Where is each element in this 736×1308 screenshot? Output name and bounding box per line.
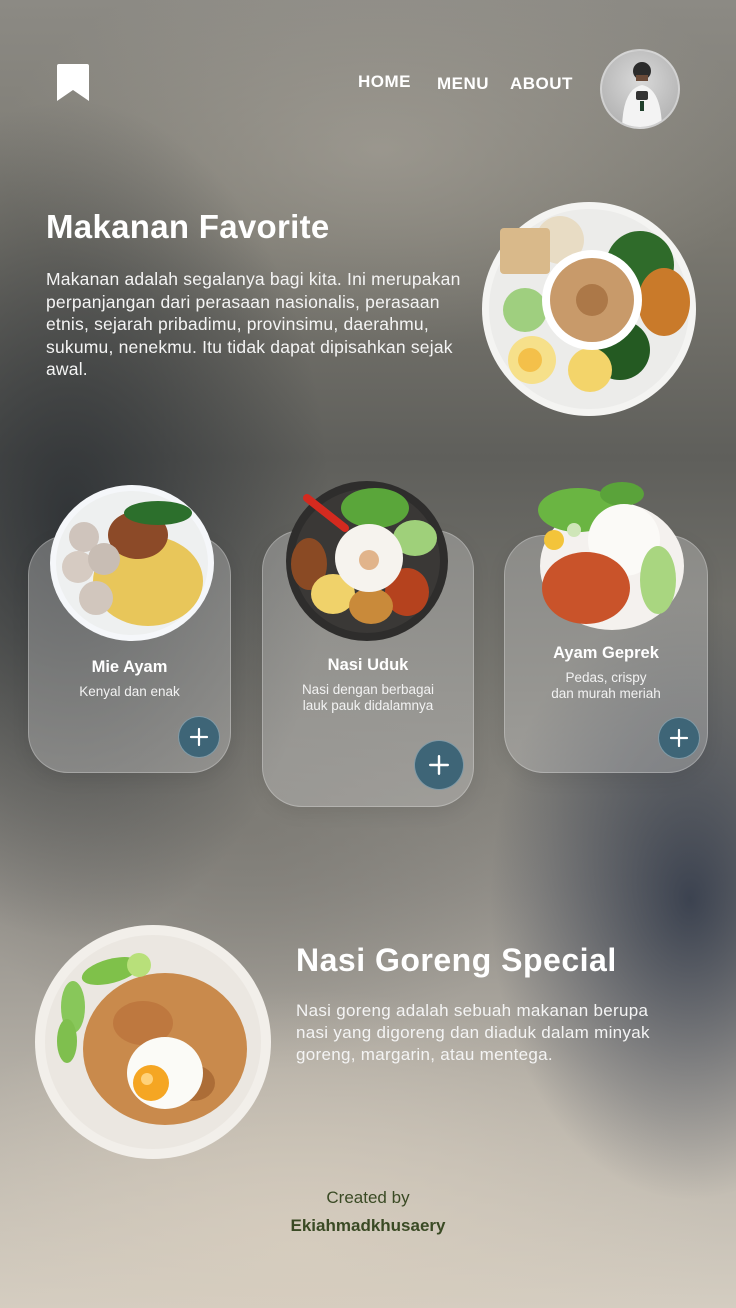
plus-icon bbox=[428, 754, 450, 776]
plus-icon bbox=[669, 728, 689, 748]
card-title: Mie Ayam bbox=[91, 658, 168, 676]
card-title: Ayam Geprek bbox=[553, 644, 659, 662]
plus-icon bbox=[189, 727, 209, 747]
credit-author: Ekiahmadkhusaery bbox=[290, 1216, 446, 1235]
nasi-uduk-dish-image bbox=[286, 481, 448, 641]
add-to-cart-button[interactable] bbox=[178, 716, 220, 758]
bookmark-logo-icon[interactable] bbox=[56, 62, 90, 102]
special-title: Nasi Goreng Special bbox=[296, 942, 617, 978]
hero-description: Makanan adalah segalanya bagi kita. Ini … bbox=[46, 269, 461, 379]
credit-label: Created by bbox=[326, 1188, 410, 1207]
add-to-cart-button[interactable] bbox=[658, 717, 700, 759]
person-icon bbox=[622, 62, 662, 127]
nav-about-link[interactable]: ABOUT bbox=[510, 74, 573, 94]
card-subtitle: Pedas, crispy dan murah meriah bbox=[551, 670, 661, 701]
nav-home-link[interactable]: HOME bbox=[358, 72, 411, 92]
card-subtitle: Nasi dengan berbagai lauk pauk didalamny… bbox=[301, 682, 435, 713]
gado-gado-dish-image bbox=[482, 202, 696, 416]
mie-ayam-dish-image bbox=[50, 485, 214, 641]
card-title: Nasi Uduk bbox=[327, 656, 409, 674]
special-description: Nasi goreng adalah sebuah makanan berupa… bbox=[296, 1001, 650, 1064]
card-subtitle: Kenyal dan enak bbox=[79, 684, 180, 699]
nasi-goreng-dish-image bbox=[35, 925, 271, 1159]
user-avatar[interactable] bbox=[600, 49, 680, 129]
nav-menu-link[interactable]: MENU bbox=[437, 74, 489, 94]
ayam-geprek-dish-image bbox=[538, 482, 684, 630]
add-to-cart-button[interactable] bbox=[414, 740, 464, 790]
hero-title: Makanan Favorite bbox=[46, 208, 330, 245]
